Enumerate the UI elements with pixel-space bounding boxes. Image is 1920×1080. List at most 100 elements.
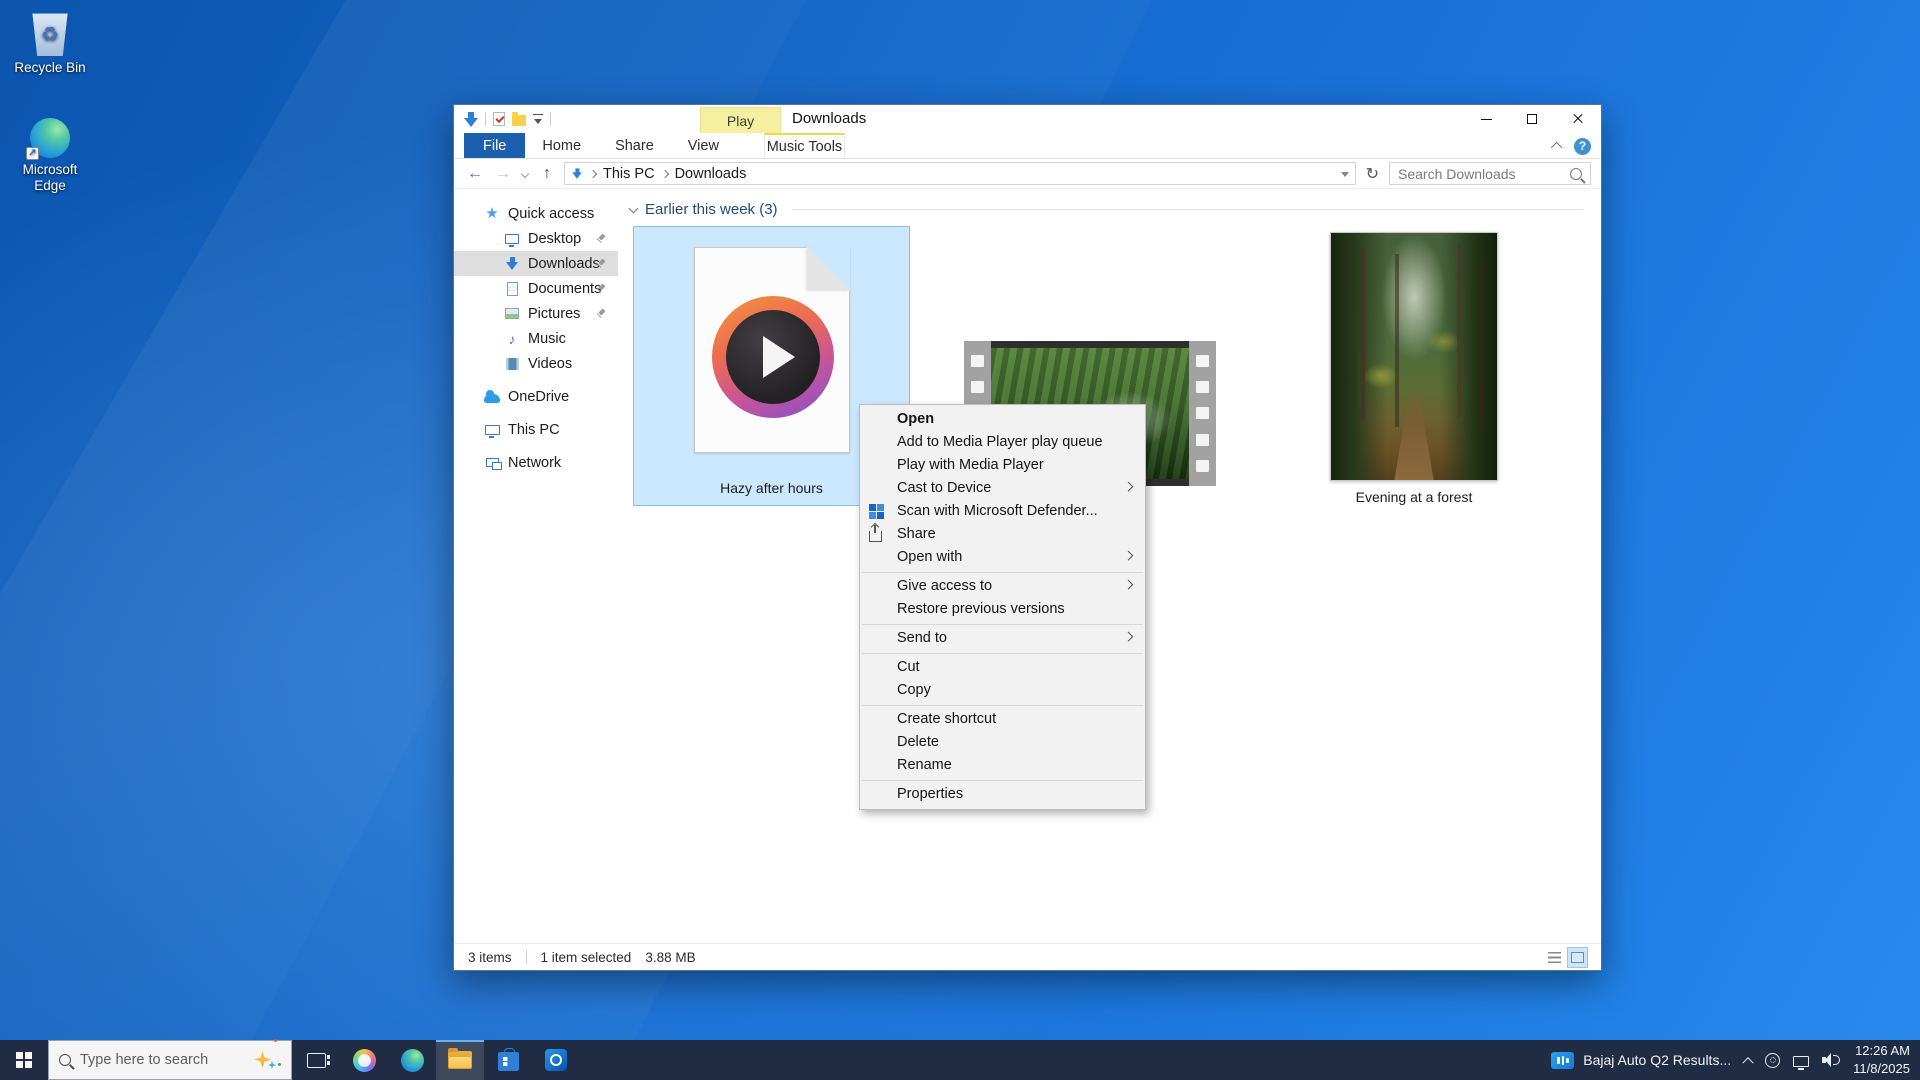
up-button[interactable]: ↑ <box>536 166 558 182</box>
task-view-button[interactable] <box>292 1040 340 1080</box>
menu-item-delete[interactable]: Delete <box>860 731 1145 754</box>
sidebar-item-downloads[interactable]: Downloads <box>454 251 618 276</box>
forward-button[interactable]: → <box>492 166 514 182</box>
menu-item-give-access-to[interactable]: Give access to <box>860 575 1145 598</box>
search-box[interactable]: Search Downloads <box>1389 162 1591 185</box>
menu-item-restore-previous-versions[interactable]: Restore previous versions <box>860 598 1145 621</box>
sidebar-item-documents[interactable]: Documents <box>454 276 618 301</box>
hidden-icons-chevron-icon[interactable] <box>1742 1057 1753 1068</box>
clock-date: 11/8/2025 <box>1853 1060 1910 1078</box>
desktop-icon-label: Recycle Bin <box>8 60 92 76</box>
menu-item-copy[interactable]: Copy <box>860 679 1145 702</box>
menu-item-scan-with-defender[interactable]: Scan with Microsoft Defender... <box>860 500 1145 523</box>
navigation-bar: ← → ↑ This PC Downloads ↻ Search Downloa… <box>454 159 1601 189</box>
navigation-pane: ★ Quick access Desktop Downloads Documen… <box>454 189 618 943</box>
file-item-evening-at-a-forest[interactable] <box>1330 232 1498 481</box>
details-view-button[interactable] <box>1545 948 1564 967</box>
sidebar-item-onedrive[interactable]: OneDrive <box>454 384 618 409</box>
address-dropdown-icon[interactable] <box>1341 172 1349 177</box>
maximize-button[interactable] <box>1509 105 1555 133</box>
sidebar-item-videos[interactable]: Videos <box>454 351 618 376</box>
taskbar-search-box[interactable]: Type here to search <box>48 1040 292 1080</box>
breadcrumb-this-pc[interactable]: This PC <box>603 166 655 182</box>
close-button[interactable] <box>1555 105 1601 133</box>
store-button[interactable] <box>484 1040 532 1080</box>
tab-view[interactable]: View <box>671 133 736 158</box>
menu-item-open-with[interactable]: Open with <box>860 546 1145 569</box>
tab-share[interactable]: Share <box>598 133 671 158</box>
new-folder-icon[interactable] <box>512 115 526 126</box>
sidebar-item-pictures[interactable]: Pictures <box>454 301 618 326</box>
sidebar-item-network[interactable]: Network <box>454 450 618 475</box>
taskbar-clock[interactable]: 12:26 AM 11/8/2025 <box>1853 1042 1910 1077</box>
menu-item-rename[interactable]: Rename <box>860 754 1145 777</box>
system-tray: Bajaj Auto Q2 Results... 12:26 AM 11/8/2… <box>1551 1040 1920 1080</box>
menu-item-open[interactable]: Open <box>860 408 1145 431</box>
network-icon <box>484 455 500 471</box>
sidebar-item-music[interactable]: ♪ Music <box>454 326 618 351</box>
meet-now-icon[interactable] <box>1765 1053 1780 1068</box>
sidebar-item-quick-access[interactable]: ★ Quick access <box>454 201 618 226</box>
sidebar-item-this-pc[interactable]: This PC <box>454 417 618 442</box>
contextual-tab-group-play[interactable]: Play <box>700 107 781 133</box>
title-bar[interactable]: Play Downloads <box>454 105 1601 133</box>
search-icon[interactable] <box>1570 168 1582 180</box>
expand-ribbon-icon[interactable] <box>1551 142 1562 153</box>
pin-icon <box>595 283 606 294</box>
recent-locations-icon[interactable] <box>521 169 529 177</box>
menu-item-share[interactable]: Share <box>860 523 1145 546</box>
volume-icon[interactable] <box>1822 1053 1840 1067</box>
menu-item-cast-to-device[interactable]: Cast to Device <box>860 477 1145 500</box>
selection-size: 3.88 MB <box>645 950 695 965</box>
tab-music-tools[interactable]: Music Tools <box>764 133 845 158</box>
menu-item-create-shortcut[interactable]: Create shortcut <box>860 708 1145 731</box>
properties-icon[interactable] <box>493 112 505 126</box>
desktop-icon-label: Microsoft Edge <box>8 162 92 193</box>
menu-item-properties[interactable]: Properties <box>860 783 1145 806</box>
submenu-arrow-icon <box>1123 482 1133 492</box>
items-count: 3 items <box>468 950 512 965</box>
menu-item-send-to[interactable]: Send to <box>860 627 1145 650</box>
recycle-bin-icon: ♻ <box>30 10 70 56</box>
news-widget[interactable]: Bajaj Auto Q2 Results... <box>1551 1052 1731 1069</box>
large-icons-view-button[interactable] <box>1568 948 1587 967</box>
desktop-icon-microsoft-edge[interactable]: ↗ Microsoft Edge <box>8 118 92 193</box>
sidebar-item-desktop[interactable]: Desktop <box>454 226 618 251</box>
filmstrip-icon <box>504 356 520 372</box>
minimize-button[interactable] <box>1463 105 1509 133</box>
customize-toolbar-icon[interactable] <box>533 114 543 125</box>
outlook-button[interactable] <box>532 1040 580 1080</box>
tab-file[interactable]: File <box>464 133 525 158</box>
shortcut-arrow-icon: ↗ <box>26 147 39 160</box>
menu-separator <box>862 780 1143 781</box>
desktop-icon <box>504 231 520 247</box>
tab-home[interactable]: Home <box>525 133 598 158</box>
start-button[interactable] <box>0 1040 48 1080</box>
breadcrumb-downloads[interactable]: Downloads <box>675 166 747 182</box>
menu-separator <box>862 653 1143 654</box>
desktop-icon-recycle-bin[interactable]: ♻ Recycle Bin <box>8 10 92 76</box>
minimize-icon <box>1481 119 1492 120</box>
task-view-icon <box>307 1053 326 1068</box>
refresh-icon[interactable]: ↻ <box>1362 164 1383 184</box>
filmstrip-sprockets <box>1189 341 1216 486</box>
help-icon[interactable]: ? <box>1574 138 1591 155</box>
back-button[interactable]: ← <box>464 166 486 182</box>
file-explorer-button-active[interactable] <box>436 1040 484 1080</box>
star-icon: ★ <box>484 206 500 222</box>
menu-item-add-to-play-queue[interactable]: Add to Media Player play queue <box>860 431 1145 454</box>
menu-separator <box>862 624 1143 625</box>
copilot-button[interactable] <box>340 1040 388 1080</box>
edge-button[interactable] <box>388 1040 436 1080</box>
menu-item-cut[interactable]: Cut <box>860 656 1145 679</box>
collapse-group-icon[interactable] <box>629 203 639 213</box>
defender-icon <box>869 504 884 519</box>
breadcrumb-chevron-icon[interactable] <box>660 169 668 177</box>
breadcrumb-chevron-icon[interactable] <box>589 169 597 177</box>
network-tray-icon[interactable] <box>1793 1056 1809 1067</box>
address-bar[interactable]: This PC Downloads <box>564 162 1356 185</box>
downloads-folder-icon <box>464 112 478 127</box>
menu-item-play-with-media-player[interactable]: Play with Media Player <box>860 454 1145 477</box>
group-header[interactable]: Earlier this week (3) <box>630 201 1583 218</box>
ribbon-tab-row: File Home Share View Music Tools ? <box>454 133 1601 159</box>
